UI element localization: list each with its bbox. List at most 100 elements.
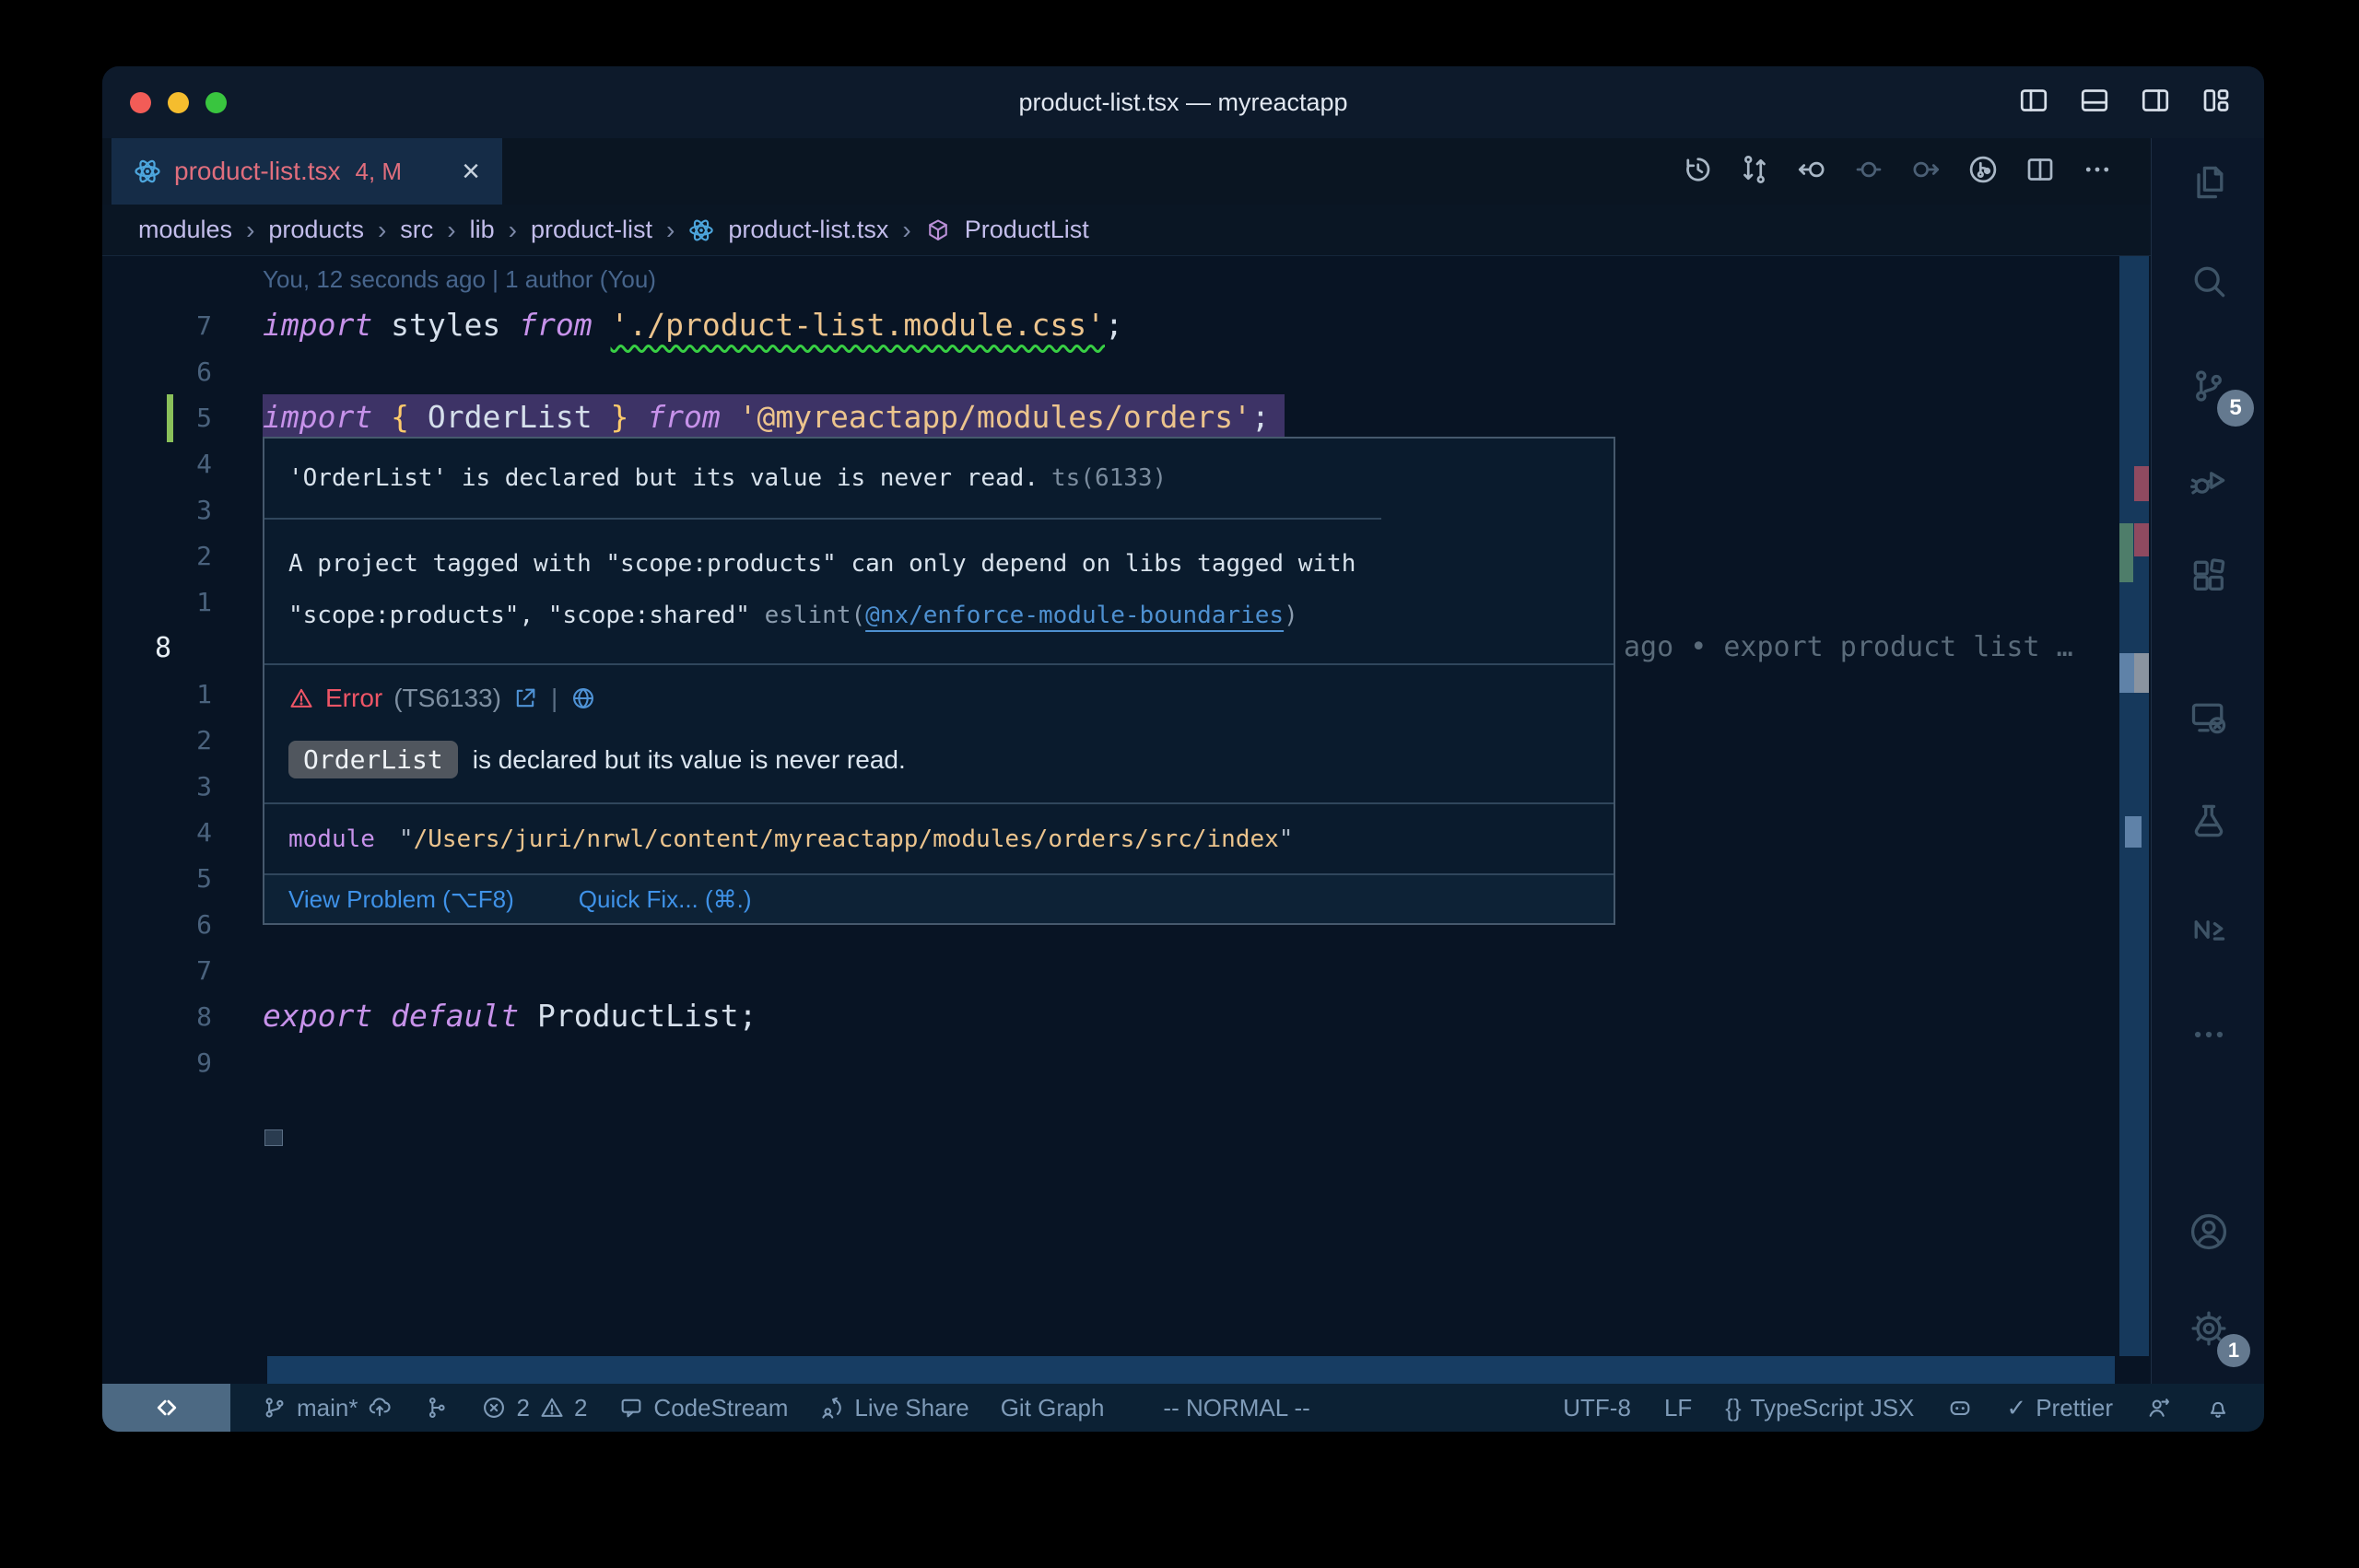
line-number[interactable]: 4 (102, 449, 263, 479)
tab-label: product-list.tsx (174, 157, 341, 186)
line-number[interactable]: 7 (102, 310, 263, 341)
line-number[interactable]: 5 (102, 863, 263, 894)
eol-status[interactable]: LF (1664, 1394, 1692, 1422)
person-check-icon (2146, 1395, 2172, 1421)
next-change-icon[interactable] (1909, 153, 1942, 191)
line-number[interactable]: 6 (102, 357, 263, 387)
problems-status[interactable]: 2 2 (481, 1394, 587, 1422)
settings-badge: 1 (2217, 1334, 2250, 1367)
remote-icon (153, 1394, 181, 1422)
line-number[interactable]: 6 (102, 909, 263, 940)
line-number[interactable]: 7 (102, 955, 263, 986)
line-number[interactable]: 2 (102, 541, 263, 571)
view-problem-action[interactable]: View Problem (⌥F8) (288, 885, 514, 914)
line-number[interactable]: 4 (102, 817, 263, 848)
vertical-scrollbar[interactable] (2119, 256, 2149, 1356)
overview-ruler-added-mark (2119, 523, 2133, 582)
toggle-panel-icon[interactable] (2078, 84, 2111, 122)
customize-layout-icon[interactable] (2200, 84, 2233, 122)
explorer-icon[interactable] (2152, 162, 2264, 203)
toggle-primary-sidebar-icon[interactable] (2017, 84, 2050, 122)
prettier-status[interactable]: ✓ Prettier (2006, 1394, 2113, 1422)
settings-icon[interactable]: 1 (2152, 1308, 2264, 1349)
code-line-content[interactable]: import styles from './product-list.modul… (263, 302, 1123, 348)
extensions-icon[interactable] (2152, 556, 2264, 596)
symbol-chip: OrderList (288, 741, 458, 778)
source-control-icon[interactable]: 5 (2152, 366, 2264, 406)
breadcrumb-item[interactable]: modules (138, 216, 232, 244)
eslint-source-suffix: ) (1284, 602, 1298, 629)
git-graph-label: Git Graph (1001, 1394, 1105, 1422)
compare-changes-icon[interactable] (1738, 153, 1771, 191)
code-token (372, 998, 391, 1034)
line-number[interactable]: 2 (102, 725, 263, 755)
toggle-secondary-sidebar-icon[interactable] (2139, 84, 2172, 122)
eslint-source-prefix: eslint( (765, 602, 866, 629)
code-editor[interactable]: You, 12 seconds ago | 1 author (You)7imp… (102, 256, 2151, 1356)
eslint-rule-link[interactable]: @nx/enforce-module-boundaries (865, 602, 1284, 629)
tab-product-list[interactable]: product-list.tsx 4, M × (111, 138, 502, 205)
change-icon[interactable] (1852, 153, 1885, 191)
remote-indicator[interactable] (102, 1384, 230, 1432)
run-debug-icon[interactable] (2152, 461, 2264, 501)
line-number[interactable]: 5 (102, 403, 263, 433)
line-number[interactable]: 1 (102, 587, 263, 617)
code-token: default (391, 998, 519, 1034)
more-actions-icon[interactable] (2081, 153, 2114, 191)
code-line-content[interactable]: export default ProductList; (263, 993, 757, 1039)
search-icon[interactable] (2152, 262, 2264, 302)
encoding-status[interactable]: UTF-8 (1563, 1394, 1631, 1422)
remote-explorer-icon[interactable] (2152, 697, 2264, 738)
git-graph-status[interactable]: Git Graph (1001, 1394, 1105, 1422)
external-link-icon[interactable] (512, 685, 538, 711)
line-number[interactable]: 3 (102, 771, 263, 802)
scrollbar-slider-segment[interactable] (2125, 816, 2142, 848)
branch-status[interactable]: main* (262, 1394, 393, 1422)
code-token: import (263, 307, 372, 343)
diagnostic-code: ts(6133) (1051, 464, 1167, 492)
codestream-status[interactable]: CodeStream (618, 1394, 788, 1422)
live-share-status[interactable]: Live Share (819, 1394, 968, 1422)
warning-icon (539, 1395, 565, 1421)
more-views-icon[interactable] (2152, 1014, 2264, 1055)
run-icon[interactable] (1966, 153, 2000, 191)
nx-console-icon[interactable] (2152, 909, 2264, 950)
popup-eslint-rule: A project tagged with "scope:products" c… (264, 518, 1381, 663)
account-icon[interactable] (2152, 1211, 2264, 1252)
language-status[interactable]: {} TypeScript JSX (1725, 1394, 1914, 1422)
quick-fix-action[interactable]: Quick Fix... (⌘.) (579, 885, 752, 914)
line-number[interactable]: 9 (102, 1047, 263, 1078)
scrollbar-slider[interactable] (2119, 653, 2134, 693)
previous-change-icon[interactable] (1795, 153, 1828, 191)
line-number[interactable]: 8 (102, 632, 263, 664)
eol-label: LF (1664, 1394, 1692, 1422)
line-number[interactable]: 3 (102, 495, 263, 525)
code-token: from (647, 399, 720, 435)
testing-icon[interactable] (2152, 801, 2264, 841)
vim-mode-status[interactable]: -- NORMAL -- (1163, 1394, 1309, 1422)
breadcrumb-symbol[interactable]: ProductList (965, 216, 1089, 244)
notifications-status[interactable] (2205, 1395, 2231, 1421)
popup-resize-grip[interactable] (264, 1129, 283, 1146)
breadcrumb-file[interactable]: product-list.tsx (728, 216, 888, 244)
code-token: ; (1105, 307, 1123, 343)
breadcrumb-item[interactable]: src (400, 216, 433, 244)
line-number[interactable]: 1 (102, 679, 263, 709)
globe-icon[interactable] (570, 685, 596, 711)
tab-modified-badge: 4, M (356, 158, 403, 186)
copilot-status[interactable] (1947, 1395, 1973, 1421)
diagnostic-message: 'OrderList' is declared but its value is… (288, 464, 1039, 492)
code-token (409, 399, 428, 435)
feedback-status[interactable] (2146, 1395, 2172, 1421)
breadcrumb-item[interactable]: product-list (531, 216, 652, 244)
split-editor-icon[interactable] (2024, 153, 2057, 191)
horizontal-scrollbar[interactable] (267, 1356, 2115, 1384)
breadcrumb-item[interactable]: products (268, 216, 364, 244)
pipeline-status[interactable] (424, 1395, 450, 1421)
timeline-icon[interactable] (1681, 153, 1714, 191)
breadcrumb-item[interactable]: lib (470, 216, 495, 244)
code-line-content[interactable]: import { OrderList } from '@myreactapp/m… (263, 394, 1285, 440)
code-token: '@myreactapp/modules/orders' (739, 399, 1251, 435)
close-tab-icon[interactable]: × (462, 156, 480, 187)
line-number[interactable]: 8 (102, 1001, 263, 1032)
